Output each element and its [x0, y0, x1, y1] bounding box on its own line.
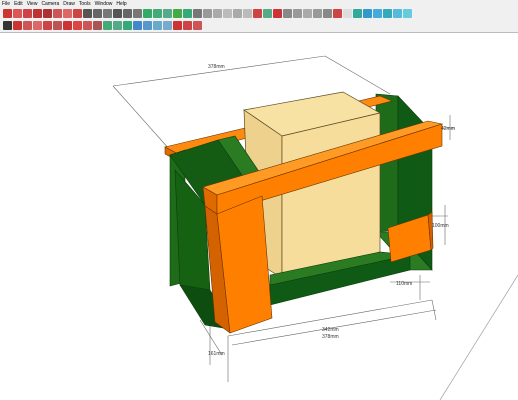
rotate-icon[interactable]: [73, 21, 82, 30]
arc-tool-icon[interactable]: [63, 9, 72, 18]
pencil-icon[interactable]: [13, 21, 22, 30]
move-tool-icon[interactable]: [83, 9, 92, 18]
menu-tools[interactable]: Tools: [77, 1, 93, 7]
right-view-icon[interactable]: [383, 9, 392, 18]
protractor-icon[interactable]: [163, 9, 172, 18]
warehouse-tool-icon[interactable]: [183, 21, 192, 30]
push-icon[interactable]: [53, 21, 62, 30]
dim-left-height: 161mm: [208, 351, 225, 357]
iso-view-icon[interactable]: [353, 9, 362, 18]
move-arrows-icon[interactable]: [63, 21, 72, 30]
zoom-extents-icon[interactable]: [243, 9, 252, 18]
dim-right-height: 100mm: [432, 223, 449, 229]
offset-tool-icon[interactable]: [133, 9, 142, 18]
orbit-tool-icon[interactable]: [133, 21, 142, 30]
model-canvas[interactable]: 378mm 42mm 100mm 110mm 342mm 378mm 161mm: [0, 33, 518, 400]
menu-camera[interactable]: Camera: [39, 1, 61, 7]
extension-icon[interactable]: [333, 9, 342, 18]
dim-outer-width: 378mm: [322, 334, 339, 340]
rectangle-icon[interactable]: [43, 21, 52, 30]
materials-icon[interactable]: [263, 9, 272, 18]
position-camera-icon[interactable]: [323, 9, 332, 18]
menu-draw[interactable]: Draw: [61, 1, 77, 7]
walk-icon[interactable]: [303, 9, 312, 18]
menu-help[interactable]: Help: [114, 1, 128, 7]
zoom-tool-icon[interactable]: [153, 21, 162, 30]
followme-tool-icon[interactable]: [113, 9, 122, 18]
left-view-icon[interactable]: [403, 9, 412, 18]
warehouse-icon[interactable]: [273, 9, 282, 18]
rotate-tool-icon[interactable]: [103, 9, 112, 18]
pan-tool-icon[interactable]: [143, 21, 152, 30]
line-tool-icon[interactable]: [23, 9, 32, 18]
drawing-viewport[interactable]: 378mm 42mm 100mm 110mm 342mm 378mm 161mm: [0, 33, 518, 400]
secondary-toolbar: [0, 20, 518, 33]
box-front-face[interactable]: [281, 112, 381, 279]
dim-right-small: 110mm: [396, 281, 412, 287]
zoom-icon[interactable]: [223, 9, 232, 18]
components-icon[interactable]: [253, 9, 262, 18]
spacer-icon: [343, 9, 352, 18]
share-icon[interactable]: [193, 21, 202, 30]
back-view-icon[interactable]: [393, 9, 402, 18]
eraser-tool-icon[interactable]: [33, 21, 42, 30]
offset-icon[interactable]: [93, 21, 102, 30]
dim-top-width: 378mm: [208, 64, 225, 70]
paint-bucket-icon[interactable]: [23, 21, 32, 30]
dimension-tool-icon[interactable]: [153, 9, 162, 18]
look-around-icon[interactable]: [313, 9, 322, 18]
rectangle-tool-icon[interactable]: [33, 9, 42, 18]
axes-tool-icon[interactable]: [183, 9, 192, 18]
polygon-tool-icon[interactable]: [53, 9, 62, 18]
menu-file[interactable]: File: [0, 1, 12, 7]
text-tool-icon[interactable]: [173, 9, 182, 18]
3d-text-icon[interactable]: [193, 9, 202, 18]
section-plane-icon[interactable]: [283, 9, 292, 18]
styles-icon[interactable]: [173, 21, 182, 30]
display-section-icon[interactable]: [293, 9, 302, 18]
zoom-extents-tool-icon[interactable]: [163, 21, 172, 30]
scale-tool-icon[interactable]: [123, 9, 132, 18]
orbit-icon[interactable]: [203, 9, 212, 18]
pushpull-tool-icon[interactable]: [93, 9, 102, 18]
circle-tool-icon[interactable]: [43, 9, 52, 18]
tape-measure-icon[interactable]: [143, 9, 152, 18]
dim-top-right-small: 42mm: [441, 126, 455, 132]
select-tool-icon[interactable]: [3, 9, 12, 18]
main-toolbar: [0, 8, 518, 20]
front-view-icon[interactable]: [373, 9, 382, 18]
menu-view[interactable]: View: [25, 1, 40, 7]
arrow-select-icon[interactable]: [3, 21, 12, 30]
dim-inner-width: 342mm: [322, 327, 339, 333]
tape-icon[interactable]: [103, 21, 112, 30]
pan-icon[interactable]: [213, 9, 222, 18]
menu-window[interactable]: Window: [93, 1, 115, 7]
top-view-icon[interactable]: [363, 9, 372, 18]
ground-axis-line: [439, 274, 518, 400]
freehand-tool-icon[interactable]: [73, 9, 82, 18]
menu-bar: File Edit View Camera Draw Tools Window Help: [0, 0, 518, 8]
menu-edit[interactable]: Edit: [12, 1, 25, 7]
eraser-icon[interactable]: [13, 9, 22, 18]
sketchup-window: File Edit View Camera Draw Tools Window Help: [0, 0, 518, 400]
scale-icon[interactable]: [83, 21, 92, 30]
paint-icon[interactable]: [123, 21, 132, 30]
text-icon[interactable]: [113, 21, 122, 30]
zoom-window-icon[interactable]: [233, 9, 242, 18]
